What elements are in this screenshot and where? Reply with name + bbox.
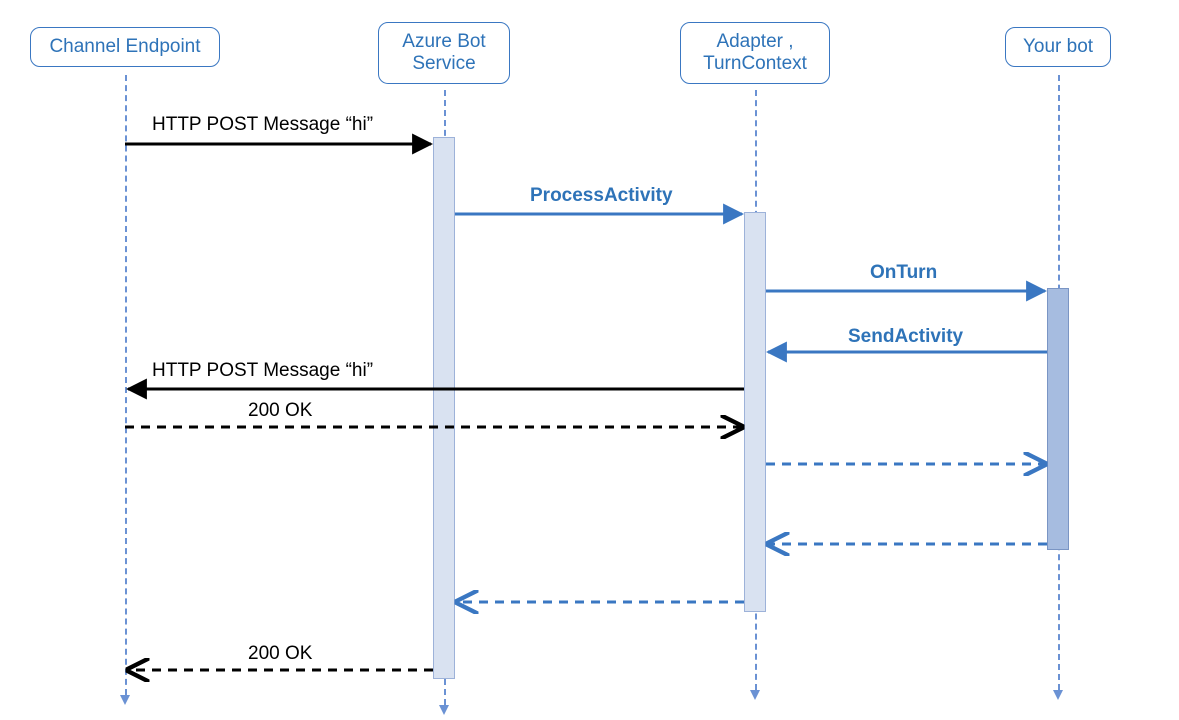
participant-adapter: Adapter , TurnContext xyxy=(680,22,830,84)
lifeline-bot-arrow xyxy=(1053,690,1063,700)
lifeline-channel xyxy=(125,75,127,695)
label-m4: SendActivity xyxy=(848,326,963,348)
label-m7: 200 OK xyxy=(248,643,312,665)
lifeline-azure-arrow xyxy=(439,705,449,715)
activation-adapter xyxy=(744,212,766,612)
label-m3: OnTurn xyxy=(870,262,937,284)
participant-azure: Azure Bot Service xyxy=(378,22,510,84)
lifeline-adapter-arrow xyxy=(750,690,760,700)
lifeline-channel-arrow xyxy=(120,695,130,705)
activation-bot xyxy=(1047,288,1069,550)
activation-azure xyxy=(433,137,455,679)
label-m6: 200 OK xyxy=(248,400,312,422)
label-m5: HTTP POST Message “hi” xyxy=(152,360,373,382)
label-m2: ProcessActivity xyxy=(530,185,673,207)
participant-bot: Your bot xyxy=(1005,27,1111,67)
label-m1: HTTP POST Message “hi” xyxy=(152,114,373,136)
participant-channel: Channel Endpoint xyxy=(30,27,220,67)
